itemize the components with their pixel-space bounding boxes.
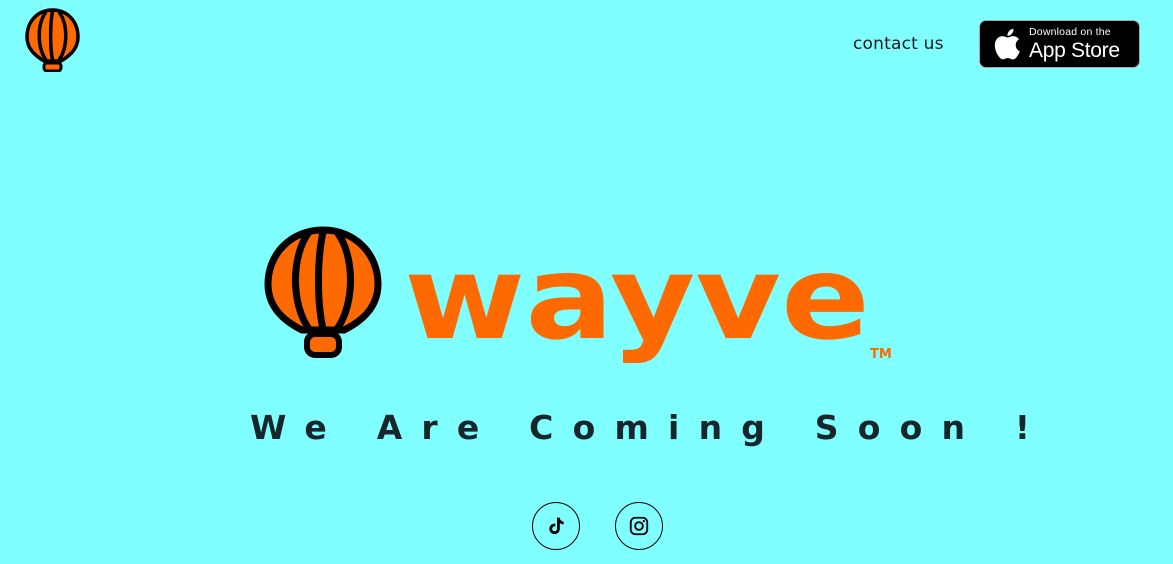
hero-trademark: TM <box>870 347 892 362</box>
coming-soon-tagline: We Are Coming Soon ! <box>250 408 1050 447</box>
page: contact us Download on the App Store way… <box>0 0 1173 564</box>
hero-brand-logo: wayve TM <box>264 226 892 366</box>
contact-us-link[interactable]: contact us <box>853 34 944 54</box>
apple-icon <box>994 28 1020 60</box>
instagram-icon <box>629 516 649 536</box>
tiktok-icon <box>549 517 564 535</box>
app-store-badge-line2: App Store <box>1029 38 1120 62</box>
app-store-badge-text: Download on the App Store <box>1029 27 1120 61</box>
tiktok-link[interactable] <box>532 502 580 550</box>
app-store-badge-line1: Download on the <box>1029 26 1111 39</box>
header-balloon-logo-icon[interactable] <box>24 7 81 72</box>
instagram-link[interactable] <box>615 502 663 550</box>
hero-brand-wordmark: wayve <box>404 231 870 366</box>
hero-balloon-icon <box>264 226 382 358</box>
app-store-badge-button[interactable]: Download on the App Store <box>979 20 1140 68</box>
